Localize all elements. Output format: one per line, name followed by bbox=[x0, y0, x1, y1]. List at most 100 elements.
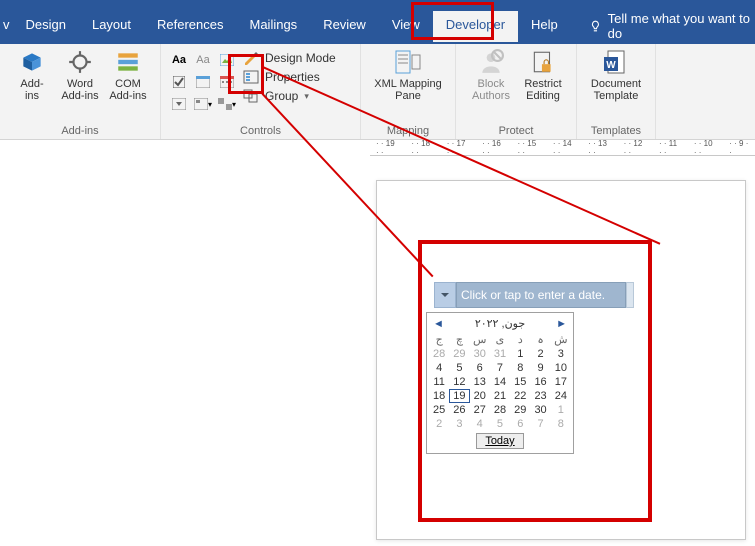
calendar-day[interactable]: 29 bbox=[510, 403, 530, 417]
calendar-day[interactable]: 25 bbox=[429, 403, 449, 417]
xml-mapping-icon bbox=[394, 48, 422, 76]
restrict-editing-icon bbox=[529, 48, 557, 76]
calendar-day[interactable]: 1 bbox=[551, 403, 571, 417]
calendar-day[interactable]: 12 bbox=[449, 375, 469, 389]
tab-developer[interactable]: Developer bbox=[433, 11, 518, 42]
design-mode-button[interactable]: Design Mode bbox=[243, 50, 336, 66]
picture-control-button[interactable] bbox=[217, 51, 237, 69]
calendar-day[interactable]: 27 bbox=[470, 403, 490, 417]
restrict-editing-button[interactable]: Restrict Editing bbox=[518, 46, 568, 104]
group-templates: W Document Template Templates bbox=[577, 44, 656, 139]
calendar-day[interactable]: 20 bbox=[470, 389, 490, 403]
calendar-day[interactable]: 5 bbox=[449, 361, 469, 375]
building-block-control-button[interactable]: ▾ bbox=[193, 95, 213, 113]
calendar-day[interactable]: 28 bbox=[429, 347, 449, 361]
addins-button[interactable]: Add- ins bbox=[8, 46, 56, 104]
group-control-button[interactable]: Group ▾ bbox=[243, 88, 336, 104]
calendar-day[interactable]: 7 bbox=[490, 361, 510, 375]
properties-icon bbox=[243, 70, 259, 84]
date-picker-control-button[interactable] bbox=[217, 73, 237, 91]
calendar-day-header: ی bbox=[490, 332, 510, 347]
ruler-mark: · · 9 · · bbox=[723, 140, 755, 156]
calendar-day[interactable]: 31 bbox=[490, 347, 510, 361]
calendar-day[interactable]: 3 bbox=[551, 347, 571, 361]
calendar-day[interactable]: 23 bbox=[530, 389, 550, 403]
word-addins-label: Word Add-ins bbox=[61, 78, 98, 102]
calendar-day[interactable]: 22 bbox=[510, 389, 530, 403]
calendar-day[interactable]: 11 bbox=[429, 375, 449, 389]
ruler-mark: · · 11 · · bbox=[653, 140, 688, 156]
calendar-today-button[interactable]: Today bbox=[476, 433, 523, 449]
calendar-day[interactable]: 15 bbox=[510, 375, 530, 389]
com-addins-button[interactable]: COM Add-ins bbox=[104, 46, 152, 104]
legacy-tools-button[interactable]: ▾ bbox=[217, 95, 237, 113]
tab-design[interactable]: Design bbox=[13, 11, 79, 42]
calendar-day[interactable]: 29 bbox=[449, 347, 469, 361]
tell-me-search[interactable]: Tell me what you want to do bbox=[571, 11, 755, 41]
ruler-mark: · · 13 · · bbox=[582, 140, 617, 156]
horizontal-ruler: · · 19 · ·· · 18 · ·· · 17 · ·· · 16 · ·… bbox=[370, 140, 755, 156]
checkbox-control-button[interactable] bbox=[169, 73, 189, 91]
document-template-button[interactable]: W Document Template bbox=[585, 46, 647, 104]
calendar-day[interactable]: 5 bbox=[490, 417, 510, 431]
calendar-day-header: ج bbox=[429, 332, 449, 347]
calendar-prev-month[interactable]: ◄ bbox=[433, 318, 444, 330]
store-icon bbox=[66, 48, 94, 76]
com-addins-label: COM Add-ins bbox=[109, 78, 146, 102]
calendar-day[interactable]: 2 bbox=[530, 347, 550, 361]
xml-mapping-label: XML Mapping Pane bbox=[374, 78, 441, 102]
calendar-day[interactable]: 24 bbox=[551, 389, 571, 403]
tab-references[interactable]: References bbox=[144, 11, 236, 42]
tell-me-label: Tell me what you want to do bbox=[608, 11, 755, 41]
calendar-day[interactable]: 10 bbox=[551, 361, 571, 375]
calendar-day[interactable]: 8 bbox=[510, 361, 530, 375]
word-addins-button[interactable]: Word Add-ins bbox=[56, 46, 104, 104]
tab-review[interactable]: Review bbox=[310, 11, 379, 42]
design-mode-icon bbox=[243, 51, 259, 65]
calendar-day[interactable]: 9 bbox=[530, 361, 550, 375]
tab-partial[interactable]: v bbox=[0, 11, 13, 42]
tab-help[interactable]: Help bbox=[518, 11, 571, 42]
document-template-icon: W bbox=[602, 48, 630, 76]
date-picker-placeholder[interactable]: Click or tap to enter a date. bbox=[456, 282, 626, 308]
calendar-day[interactable]: 13 bbox=[470, 375, 490, 389]
calendar-day[interactable]: 30 bbox=[530, 403, 550, 417]
calendar-next-month[interactable]: ► bbox=[556, 318, 567, 330]
calendar-day[interactable]: 14 bbox=[490, 375, 510, 389]
ribbon-tabbar: v Design Layout References Mailings Revi… bbox=[0, 0, 755, 44]
date-picker-dropdown-button[interactable] bbox=[434, 282, 456, 308]
calendar-day[interactable]: 6 bbox=[510, 417, 530, 431]
tab-view[interactable]: View bbox=[379, 11, 433, 42]
tab-mailings[interactable]: Mailings bbox=[237, 11, 311, 42]
calendar-day-header: س bbox=[470, 332, 490, 347]
calendar-day-header: د bbox=[510, 332, 530, 347]
rich-text-control-button[interactable]: Aa bbox=[169, 51, 189, 69]
ruler-mark: · · 10 · · bbox=[688, 140, 723, 156]
calendar-day[interactable]: 7 bbox=[530, 417, 550, 431]
calendar-day[interactable]: 30 bbox=[470, 347, 490, 361]
chevron-down-icon bbox=[440, 290, 450, 300]
calendar-day[interactable]: 1 bbox=[510, 347, 530, 361]
content-control-handle[interactable] bbox=[626, 282, 634, 308]
calendar-day[interactable]: 18 bbox=[429, 389, 449, 403]
tab-layout[interactable]: Layout bbox=[79, 11, 144, 42]
calendar-day[interactable]: 2 bbox=[429, 417, 449, 431]
lightbulb-icon bbox=[589, 19, 602, 33]
calendar-day[interactable]: 17 bbox=[551, 375, 571, 389]
plain-text-control-button[interactable]: Aa bbox=[193, 51, 213, 69]
combo-control-button[interactable] bbox=[193, 73, 213, 91]
calendar-day[interactable]: 26 bbox=[449, 403, 469, 417]
calendar-day[interactable]: 8 bbox=[551, 417, 571, 431]
xml-mapping-button[interactable]: XML Mapping Pane bbox=[369, 46, 447, 104]
calendar-day[interactable]: 28 bbox=[490, 403, 510, 417]
calendar-day[interactable]: 19 bbox=[449, 389, 469, 403]
block-authors-label: Block Authors bbox=[472, 78, 510, 102]
calendar-day[interactable]: 6 bbox=[470, 361, 490, 375]
calendar-day[interactable]: 4 bbox=[470, 417, 490, 431]
calendar-day-header: ش bbox=[551, 332, 571, 347]
calendar-day[interactable]: 16 bbox=[530, 375, 550, 389]
dropdown-control-button[interactable] bbox=[169, 95, 189, 113]
calendar-day[interactable]: 21 bbox=[490, 389, 510, 403]
calendar-day[interactable]: 3 bbox=[449, 417, 469, 431]
calendar-day[interactable]: 4 bbox=[429, 361, 449, 375]
